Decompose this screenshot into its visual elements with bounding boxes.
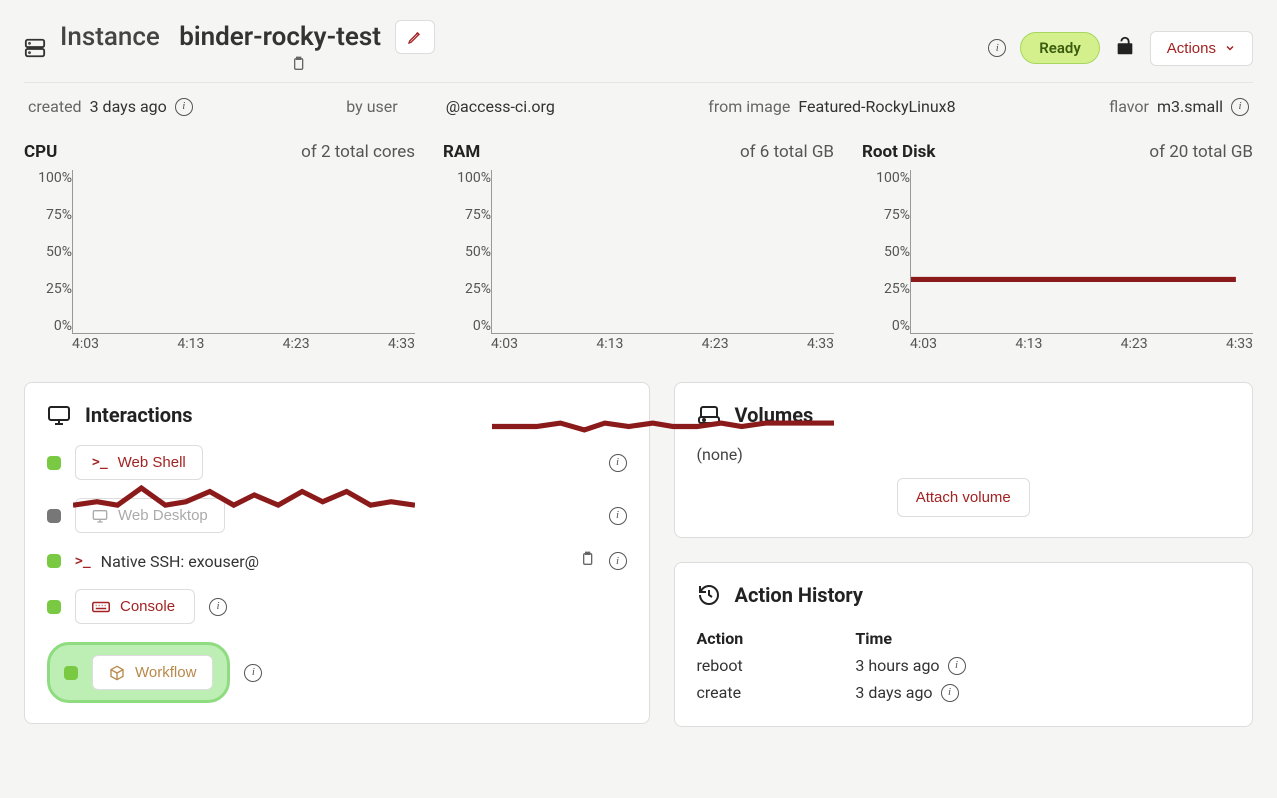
meta-created: created 3 days ago i [28,97,193,116]
flavor-info-icon[interactable]: i [1231,98,1249,116]
terminal-icon: >_ [75,554,91,569]
console-button[interactable]: Console [75,589,195,624]
meta-flavor: flavor m3.small i [1109,97,1249,116]
chart-ram: RAM of 6 total GB 100% 75% 50% 25% 0% [443,142,834,352]
workflow-info-icon[interactable]: i [244,664,262,682]
server-icon [24,35,46,61]
chart-disk: Root Disk of 20 total GB 100% 75% 50% 25… [862,142,1253,352]
pencil-icon [407,29,423,45]
actions-label: Actions [1167,40,1216,57]
console-info-icon[interactable]: i [209,598,227,616]
meta-image: from image Featured-RockyLinux8 [708,97,955,116]
status-dot-on [47,600,61,614]
chart-cpu-title: CPU [24,142,57,162]
history-table: Action Time reboot 3 hours agoi create 3… [697,625,1231,706]
created-info-icon[interactable]: i [175,98,193,116]
table-row: reboot 3 hours agoi [697,652,1231,679]
chart-y-axis: 100% 75% 50% 25% 0% [862,170,910,350]
native-ssh-text: Native SSH: exouser@ [101,552,259,571]
native-ssh-info-icon[interactable]: i [609,552,627,570]
actions-button[interactable]: Actions [1150,31,1253,66]
meta-user: by user @access-ci.org [346,97,555,116]
instance-name: binder-rocky-test [179,22,381,52]
status-badge: Ready [1020,32,1100,64]
chart-y-axis: 100% 75% 50% 25% 0% [24,170,72,350]
chart-disk-title: Root Disk [862,142,935,162]
chart-ram-title: RAM [443,142,480,162]
history-icon [697,583,721,607]
copy-ssh-icon[interactable] [579,551,595,571]
table-row: create 3 days agoi [697,679,1231,706]
status-dot-off [47,509,61,523]
header-info-icon[interactable]: i [988,39,1006,57]
chart-y-axis: 100% 75% 50% 25% 0% [443,170,491,350]
history-col-action: Action [697,625,856,652]
chevron-down-icon [1224,42,1236,54]
history-row-info-icon[interactable]: i [941,684,959,702]
chart-disk-line [911,170,1253,512]
chart-disk-subtitle: of 20 total GB [1149,142,1253,162]
workflow-highlight: Workflow [47,642,230,703]
interaction-console: Console i [47,589,627,624]
interaction-workflow-row: Workflow i [47,642,627,703]
chart-cpu: CPU of 2 total cores 100% 75% 50% 25% 0% [24,142,415,352]
history-title: Action History [735,583,863,607]
workflow-button[interactable]: Workflow [92,655,213,690]
page-header: Instance binder-rocky-test i Ready Actio… [24,20,1253,76]
instance-type-label: Instance [60,22,160,52]
interaction-native-ssh: >_ Native SSH: exouser@ i [47,551,627,571]
cube-icon [109,665,125,681]
edit-name-button[interactable] [395,20,435,54]
keyboard-icon [92,601,110,613]
charts-row: CPU of 2 total cores 100% 75% 50% 25% 0% [24,142,1253,352]
status-dot-on [47,554,61,568]
meta-strip: created 3 days ago i by user @access-ci.… [24,82,1253,142]
unlock-icon[interactable] [1114,35,1136,61]
action-history-card: Action History Action Time reboot 3 hour… [674,562,1254,727]
copy-name-icon[interactable] [290,56,306,76]
chart-cpu-subtitle: of 2 total cores [301,142,415,162]
monitor-icon [47,403,71,427]
chart-cpu-line [73,170,415,512]
chart-ram-line [492,170,834,512]
status-dot-on [64,666,78,680]
history-col-time: Time [855,625,1230,652]
status-dot-on [47,456,61,470]
chart-ram-subtitle: of 6 total GB [740,142,834,162]
history-row-info-icon[interactable]: i [948,657,966,675]
